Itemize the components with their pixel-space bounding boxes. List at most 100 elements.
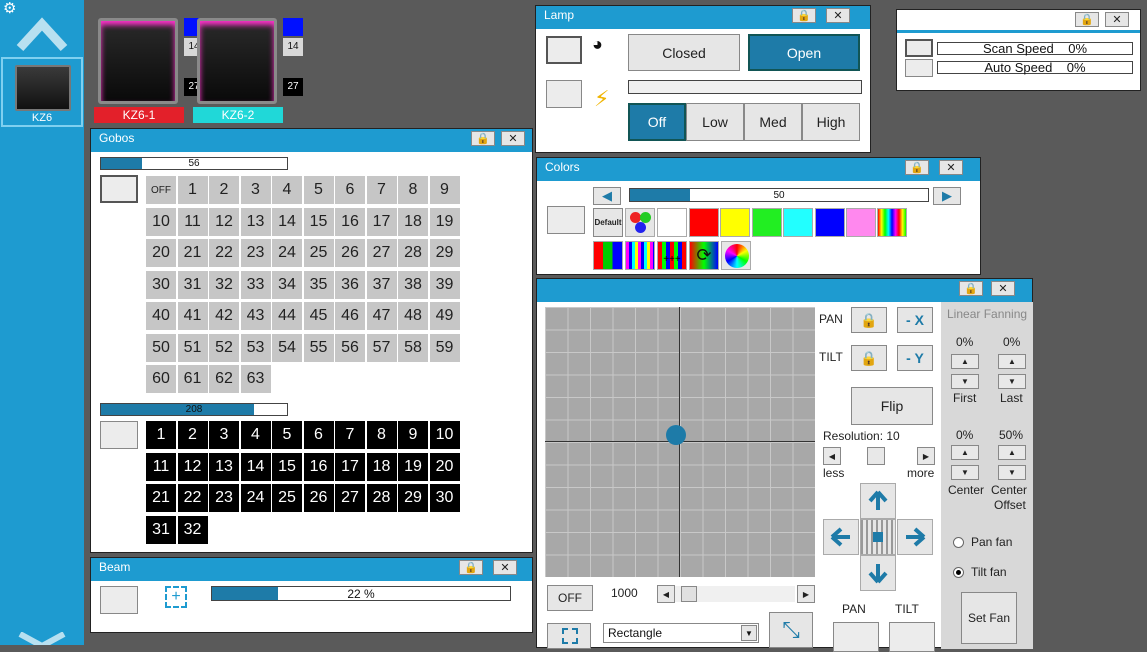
multi-stripes-swatch[interactable] bbox=[625, 241, 655, 270]
gobo-button[interactable]: 35 bbox=[303, 270, 334, 299]
beam-focus-icon[interactable]: + bbox=[165, 586, 187, 608]
arrow-up-icon[interactable] bbox=[860, 483, 896, 519]
strobe-med-button[interactable]: Med bbox=[744, 103, 802, 141]
gobo-slider-1[interactable]: 56 bbox=[100, 157, 288, 170]
gobo-button[interactable]: 43 bbox=[240, 302, 271, 330]
gobo-button[interactable]: 20 bbox=[146, 239, 176, 267]
gobo-button[interactable]: 18 bbox=[398, 207, 428, 236]
lock-icon[interactable]: 🔒 bbox=[459, 560, 483, 575]
color-swatch[interactable] bbox=[814, 208, 845, 237]
gobo-2-button[interactable]: 8 bbox=[366, 421, 397, 449]
select-region-icon[interactable] bbox=[547, 623, 591, 649]
pan-fan-radio[interactable] bbox=[953, 537, 964, 548]
gobo-2-button[interactable]: 31 bbox=[146, 515, 176, 544]
gobo-button[interactable]: 32 bbox=[209, 270, 239, 299]
gobo-2-button[interactable]: 12 bbox=[177, 452, 208, 481]
offset-up-button[interactable]: ▲ bbox=[998, 445, 1026, 460]
color-scroll-icon[interactable]: +++ bbox=[657, 241, 687, 270]
color-slider[interactable]: 50 bbox=[629, 188, 929, 202]
gobo-button[interactable]: 26 bbox=[335, 239, 365, 267]
gobo-2-button[interactable]: 23 bbox=[209, 484, 239, 512]
close-icon[interactable]: ✕ bbox=[939, 160, 963, 175]
lock-icon[interactable]: 🔒 bbox=[471, 131, 495, 146]
gobo-2-button[interactable]: 10 bbox=[429, 421, 460, 449]
speed-slider-thumb[interactable] bbox=[681, 586, 697, 602]
gobo-button[interactable]: 57 bbox=[366, 333, 397, 362]
color-default-button[interactable]: Default bbox=[593, 208, 623, 237]
gobo-2-button[interactable]: 30 bbox=[429, 484, 460, 512]
gobo-button[interactable]: 23 bbox=[240, 239, 271, 267]
sidebar-fixture-kz6[interactable]: KZ6 bbox=[1, 57, 83, 127]
gobo-button[interactable]: 1 bbox=[177, 176, 208, 204]
lock-icon[interactable]: 🔒 bbox=[792, 8, 816, 23]
gobo-button[interactable]: 15 bbox=[303, 207, 334, 236]
tilt-fan-radio[interactable] bbox=[953, 567, 964, 578]
gobo-2-button[interactable]: 24 bbox=[240, 484, 271, 512]
gobo-button[interactable]: 22 bbox=[209, 239, 239, 267]
arrow-down-icon[interactable] bbox=[860, 555, 896, 591]
lock-icon[interactable]: 🔒 bbox=[959, 281, 983, 296]
flip-button[interactable]: Flip bbox=[851, 387, 933, 425]
pan-lock-icon[interactable]: 🔒 bbox=[851, 307, 887, 333]
color-swatch[interactable] bbox=[783, 208, 813, 237]
shutter-select-button[interactable] bbox=[546, 36, 582, 64]
gobo-button[interactable]: 34 bbox=[272, 270, 302, 299]
gobo-2-button[interactable]: 2 bbox=[177, 421, 208, 449]
gobo-button[interactable]: 58 bbox=[398, 333, 428, 362]
gobo-2-button[interactable]: 21 bbox=[146, 484, 176, 512]
color-select-button[interactable] bbox=[547, 206, 585, 234]
color-swatch[interactable] bbox=[846, 208, 876, 237]
gobo-button[interactable]: 27 bbox=[366, 239, 397, 267]
gobo-2-button[interactable]: 28 bbox=[366, 484, 397, 512]
rgb-stripes-swatch[interactable] bbox=[593, 241, 623, 270]
gobo-button[interactable]: 45 bbox=[303, 302, 334, 330]
gobo-button[interactable]: 52 bbox=[209, 333, 239, 362]
resolution-less-button[interactable]: ◀ bbox=[823, 447, 841, 465]
tilt-bottom-button[interactable] bbox=[889, 622, 935, 652]
color-swatch[interactable] bbox=[751, 208, 782, 237]
gobo-2-button[interactable]: 6 bbox=[303, 421, 334, 449]
gobo-button[interactable]: 8 bbox=[398, 176, 428, 204]
tilt-lock-icon[interactable]: 🔒 bbox=[851, 345, 887, 371]
minus-y-button[interactable]: - Y bbox=[897, 345, 933, 371]
gobo-button[interactable]: 37 bbox=[366, 270, 397, 299]
gobo-2-button[interactable]: 14 bbox=[240, 452, 271, 481]
gobo-button[interactable]: 29 bbox=[429, 239, 460, 267]
gobo-button[interactable]: 7 bbox=[366, 176, 397, 204]
speed-less-button[interactable]: ◀ bbox=[657, 585, 675, 603]
gobo-2-button[interactable]: 16 bbox=[303, 452, 334, 481]
gobo-2-button[interactable]: 13 bbox=[209, 452, 239, 481]
chevron-down-icon[interactable] bbox=[16, 632, 68, 645]
beam-slider[interactable]: 22 % bbox=[211, 586, 511, 601]
gobo-button[interactable]: 9 bbox=[429, 176, 460, 204]
gobo-2-button[interactable]: 19 bbox=[398, 452, 428, 481]
gobo-button[interactable]: 56 bbox=[335, 333, 365, 362]
minus-x-button[interactable]: - X bbox=[897, 307, 933, 333]
gobo-button[interactable]: 41 bbox=[177, 302, 208, 330]
gobo-button[interactable]: 6 bbox=[335, 176, 365, 204]
close-icon[interactable]: ✕ bbox=[826, 8, 850, 23]
first-up-button[interactable]: ▲ bbox=[951, 354, 979, 369]
arrow-left-icon[interactable] bbox=[823, 519, 859, 555]
close-icon[interactable]: ✕ bbox=[1105, 12, 1129, 27]
gobo-2-button[interactable]: 22 bbox=[177, 484, 208, 512]
pantilt-off-button[interactable]: OFF bbox=[547, 585, 593, 611]
gobo-button[interactable]: 49 bbox=[429, 302, 460, 330]
gobo-2-button[interactable]: 7 bbox=[335, 421, 365, 449]
pantilt-xy-pad[interactable] bbox=[545, 307, 815, 577]
rainbow-swatch[interactable] bbox=[877, 208, 907, 237]
fixture-kz6-1[interactable]: 14 27 KZ6-1 bbox=[94, 14, 204, 124]
gobo-2-button[interactable]: 3 bbox=[209, 421, 239, 449]
gobo-button[interactable]: 53 bbox=[240, 333, 271, 362]
gobo-button[interactable]: 33 bbox=[240, 270, 271, 299]
gobo-button[interactable]: 28 bbox=[398, 239, 428, 267]
gobo-button[interactable]: 25 bbox=[303, 239, 334, 267]
color-wheel-icon[interactable] bbox=[721, 241, 751, 270]
xy-position-handle[interactable] bbox=[666, 425, 686, 445]
gobo-button[interactable]: 12 bbox=[209, 207, 239, 236]
strobe-low-button[interactable]: Low bbox=[686, 103, 744, 141]
strobe-select-button[interactable] bbox=[546, 80, 582, 108]
scan-speed-slider[interactable]: Scan Speed 0% bbox=[937, 42, 1133, 55]
strobe-slider[interactable] bbox=[628, 80, 862, 94]
close-icon[interactable]: ✕ bbox=[991, 281, 1015, 296]
